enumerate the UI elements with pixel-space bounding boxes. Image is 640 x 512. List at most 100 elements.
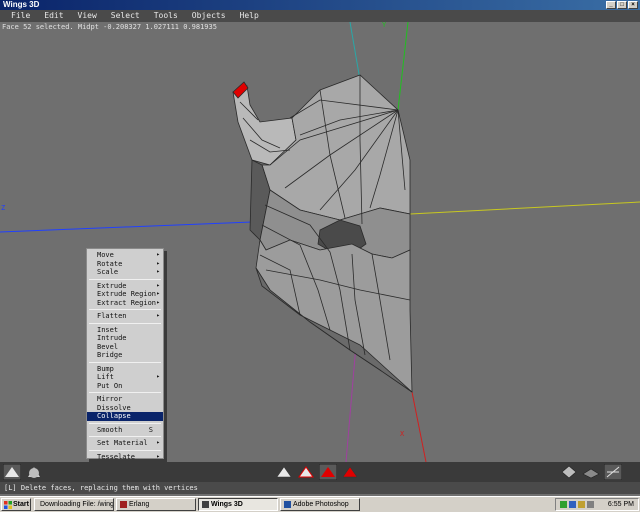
menu-item-rotate[interactable]: Rotate ▸ [87,260,163,269]
menu-item-label: Rotate [97,259,123,268]
os-taskbar: Start Downloading File: /wings/... Erlan… [0,496,640,512]
axis-x-line [411,391,427,462]
menu-item-label: Inset [97,325,119,334]
geometry-viewport[interactable]: Face 52 selected. Midpt -0.208327 1.0271… [0,22,640,462]
axes-toggle-icon[interactable] [604,464,622,480]
submenu-arrow-icon: ▸ [156,373,160,380]
menu-separator [89,361,161,363]
task-label: Downloading File: /wings/... [40,501,114,508]
menu-item-bridge[interactable]: Bridge [87,351,163,360]
perspective-toggle-icon[interactable] [560,464,578,480]
menu-item-label: Extract Region [97,298,157,307]
menu-item-bump[interactable]: Bump [87,365,163,374]
status-bar: [L] Delete faces, replacing them with ve… [0,482,640,494]
menu-item-extract-region[interactable]: Extract Region ▸ [87,299,163,308]
window-titlebar: Wings 3D _ □ × [0,0,640,10]
start-label: Start [13,501,29,508]
submenu-arrow-icon: ▸ [156,259,160,267]
menu-item-bevel[interactable]: Bevel [87,343,163,352]
workmode-flat-icon[interactable] [3,464,21,480]
task-erlang[interactable]: Erlang [116,498,196,511]
task-label: Adobe Photoshop [293,501,349,508]
menu-item-mirror[interactable]: Mirror [87,395,163,404]
menu-item-label: Bevel [97,342,119,351]
menu-item-scale[interactable]: Scale ▸ [87,268,163,277]
menu-item-lift[interactable]: Lift ▸ [87,373,163,382]
menu-item-label: Bridge [97,351,123,359]
menu-edit[interactable]: Edit [37,10,70,22]
menu-item-label: Set Material [97,439,148,447]
menu-item-set-material[interactable]: Set Material ▸ [87,439,163,448]
submenu-arrow-icon: ▸ [156,312,160,319]
menu-item-dissolve[interactable]: Dissolve [87,404,163,413]
menu-item-label: Put On [97,381,123,390]
mesh-lower-body[interactable] [255,238,413,393]
clock: 6:55 PM [607,501,634,508]
photoshop-icon [284,501,291,508]
menu-item-intrude[interactable]: Intrude [87,334,163,343]
select-body-icon[interactable] [341,464,359,480]
erlang-icon [120,501,127,508]
close-button[interactable]: × [628,1,638,9]
menu-item-tesselate[interactable]: Tesselate ▸ [87,453,163,462]
minimize-button[interactable]: _ [606,1,616,9]
submenu-arrow-icon: ▸ [156,439,160,446]
tray-app-icon[interactable] [587,501,594,508]
menu-item-label: Flatten [97,312,127,320]
menu-item-collapse[interactable]: Collapse [87,412,163,421]
menu-help[interactable]: Help [233,10,266,22]
menu-item-label: Collapse [97,412,131,420]
menu-file[interactable]: File [4,10,37,22]
menu-item-extrude[interactable]: Extrude ▸ [87,282,163,291]
mesh-model[interactable] [232,74,413,393]
network-icon[interactable] [560,501,567,508]
submenu-arrow-icon: ▸ [156,251,160,258]
wings-icon [202,501,209,508]
select-edge-icon[interactable] [297,464,315,480]
windows-logo-icon [4,500,12,509]
menu-separator [89,278,161,280]
axis-neg-y-line [345,344,357,462]
menu-view[interactable]: View [71,10,104,22]
select-vertex-icon[interactable] [275,464,293,480]
axis-label-z: Z [1,204,5,212]
menu-item-inset[interactable]: Inset [87,326,163,335]
menu-item-extrude-region[interactable]: Extrude Region ▸ [87,290,163,299]
axis-z-line [0,221,253,233]
menu-item-smooth[interactable]: Smooth S [87,426,163,435]
menu-item-put-on[interactable]: Put On [87,382,163,391]
axis-label-y: Y [382,22,387,29]
maximize-button[interactable]: □ [617,1,627,9]
task-downloading[interactable]: Downloading File: /wings/... [34,498,114,511]
menu-separator [89,422,161,424]
select-face-icon[interactable] [319,464,337,480]
menu-item-move[interactable]: Move ▸ [87,251,163,260]
groundplane-toggle-icon[interactable] [582,464,600,480]
menu-item-label: Intrude [97,334,127,342]
axis-neg-x-line [409,201,640,215]
submenu-arrow-icon: ▸ [156,290,160,297]
workmode-smooth-icon[interactable] [25,464,43,480]
menubar: File Edit View Select Tools Objects Help [0,10,640,22]
start-button[interactable]: Start [1,498,31,511]
menu-select[interactable]: Select [104,10,147,22]
axis-neg-z-line [349,22,361,81]
task-label: Wings 3D [211,501,243,508]
task-photoshop[interactable]: Adobe Photoshop [280,498,360,511]
menu-separator [89,322,161,324]
menu-tools[interactable]: Tools [147,10,185,22]
task-wings3d[interactable]: Wings 3D [198,498,278,511]
menu-item-hotkey: S [148,425,153,434]
system-tray: 6:55 PM [555,498,639,511]
menu-item-label: Smooth [97,425,123,434]
display-icon[interactable] [569,501,576,508]
menu-item-label: Extrude Region [97,290,157,298]
menu-item-label: Bump [97,364,114,373]
axis-label-x: X [400,430,405,438]
axis-y-line [397,22,409,111]
menu-item-label: Mirror [97,395,123,403]
menu-item-flatten[interactable]: Flatten ▸ [87,312,163,321]
volume-icon[interactable] [578,501,585,508]
submenu-arrow-icon: ▸ [156,298,160,306]
menu-objects[interactable]: Objects [185,10,233,22]
